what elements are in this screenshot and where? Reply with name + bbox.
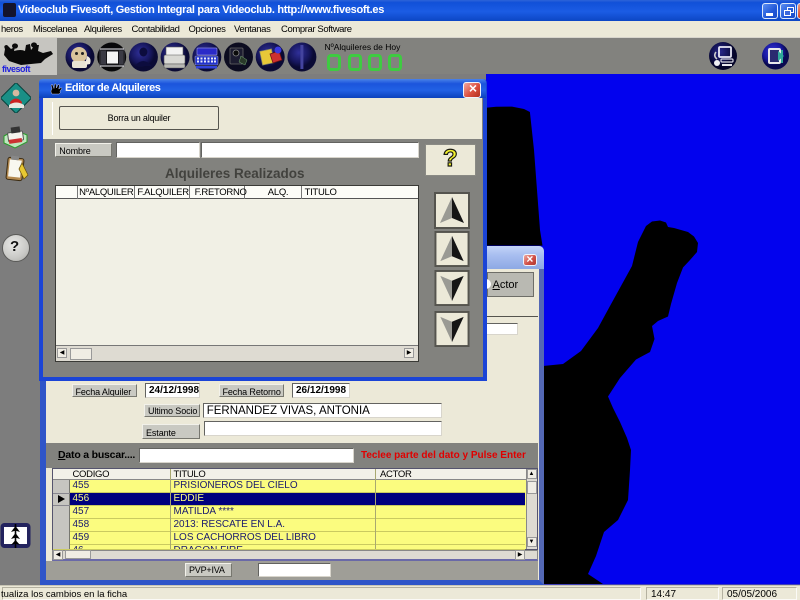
svg-text:fivesoft: fivesoft — [2, 64, 31, 74]
